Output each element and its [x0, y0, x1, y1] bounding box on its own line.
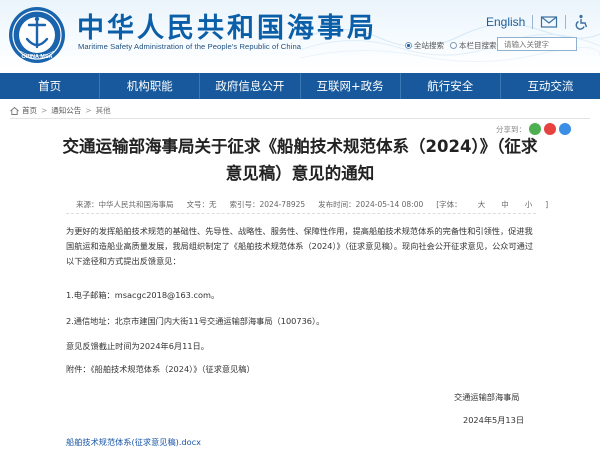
font-label: [字体：	[436, 200, 462, 209]
nav-organization[interactable]: 机构职能	[100, 73, 201, 99]
mail-icon[interactable]	[540, 14, 558, 30]
font-large-button[interactable]: 大	[478, 200, 486, 209]
meta-doc-no: 文号：无	[186, 200, 217, 209]
header-tools: English	[486, 12, 591, 32]
font-size-switcher: [字体： 大 中 小]	[436, 199, 561, 210]
attachment-link[interactable]: 船舶技术规范体系(征求意见稿).docx	[66, 436, 201, 448]
home-icon	[10, 106, 19, 115]
nav-gov-info[interactable]: 政府信息公开	[200, 73, 301, 99]
breadcrumb-notices[interactable]: 通知公告	[51, 105, 81, 116]
site-header: CHINA MSA 中华人民共和国海事局 Maritime Safety Adm…	[0, 0, 600, 70]
body-paragraph-address: 2.通信地址：北京市建国门内大街11号交通运输部海事局（100736）。	[66, 316, 325, 326]
body-paragraph-attachment-note: 附件：《船舶技术规范体系（2024）》（征求意见稿）	[66, 364, 255, 374]
site-title: 中华人民共和国海事局	[77, 13, 377, 44]
breadcrumb-home[interactable]: 首页	[22, 105, 37, 116]
tool-divider	[532, 15, 534, 29]
search-scope: 全站搜索 本栏目搜索	[405, 38, 503, 52]
logo-text: CHINA MSA	[22, 54, 53, 60]
meta-source: 来源：中华人民共和国海事局	[76, 200, 174, 209]
scope-column-radio[interactable]: 本栏目搜索	[450, 40, 497, 51]
body-paragraph-intro: 为更好的发挥船舶技术规范的基础性、先导性、战略性、服务性、保障性作用，提高船舶技…	[66, 226, 534, 266]
body-paragraph-email: 1.电子邮箱：msacgc2018@163.com。	[66, 290, 220, 300]
signature-org: 交通运输部海事局	[454, 392, 520, 402]
weibo-share-icon[interactable]	[544, 123, 556, 135]
nav-internet-gov[interactable]: 互联网+政务	[301, 73, 401, 99]
meta-divider	[66, 213, 536, 214]
main-nav: 首页 机构职能 政府信息公开 互联网+政务 航行安全 互动交流	[0, 73, 600, 99]
body-paragraph-deadline: 意见反馈截止时间为2024年6月11日。	[66, 341, 209, 351]
accessibility-icon[interactable]	[573, 14, 591, 30]
meta-publish-time: 发布时间：2024-05-14 08:00	[318, 200, 424, 209]
font-end: ]	[545, 200, 549, 209]
radio-empty-icon	[450, 41, 457, 49]
font-medium-button[interactable]: 中	[501, 200, 509, 209]
nav-home[interactable]: 首页	[0, 73, 101, 99]
nav-interaction[interactable]: 互动交流	[501, 73, 600, 99]
signature-date: 2024年5月13日	[463, 415, 525, 425]
font-small-button[interactable]: 小	[525, 200, 533, 209]
nav-navigation-safety[interactable]: 航行安全	[401, 73, 501, 99]
scope-site-label: 全站搜索	[414, 40, 444, 50]
breadcrumb: 首页 > 通知公告 > 其他	[10, 105, 111, 116]
breadcrumb-divider	[10, 118, 590, 119]
breadcrumb-separator: >	[85, 106, 92, 115]
breadcrumb-current: 其他	[95, 106, 111, 115]
article-meta: 来源：中华人民共和国海事局 文号：无 索引号：2024-78925 发布时间：2…	[76, 199, 561, 210]
qzone-share-icon[interactable]	[559, 123, 571, 135]
english-link[interactable]: English	[486, 15, 525, 29]
scope-site-radio[interactable]: 全站搜索	[405, 40, 444, 51]
article-title: 交通运输部海事局关于征求《船舶技术规范体系（2024）》（征求意见稿）意见的通知	[62, 137, 538, 183]
meta-index-no: 索引号：2024-78925	[229, 200, 306, 209]
tool-divider	[565, 15, 567, 29]
radio-selected-icon	[405, 41, 412, 49]
search-input[interactable]	[497, 37, 577, 51]
msa-logo[interactable]: CHINA MSA	[8, 6, 66, 64]
breadcrumb-separator: >	[41, 106, 48, 115]
site-subtitle: Maritime Safety Administration of the Pe…	[78, 42, 302, 51]
scope-column-label: 本栏目搜索	[459, 40, 497, 50]
